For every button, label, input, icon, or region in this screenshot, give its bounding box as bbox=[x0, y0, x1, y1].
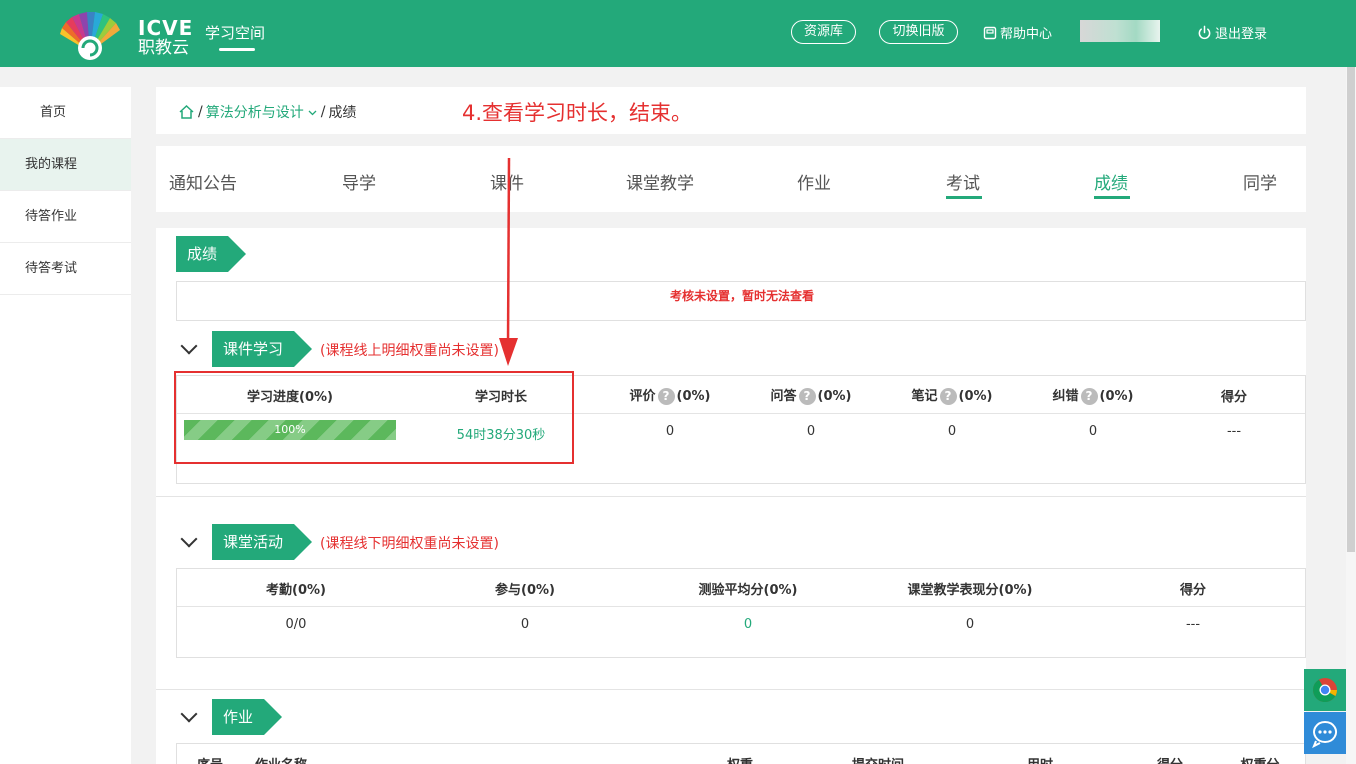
header-qa: 问答? (0%) bbox=[751, 385, 871, 405]
header-performance: 课堂教学表现分(0%) bbox=[907, 583, 1033, 598]
logout-label: 退出登录 bbox=[1215, 27, 1268, 42]
header-eval-pct: (0%) bbox=[676, 389, 711, 404]
table-divider bbox=[177, 606, 1305, 607]
switch-old-version-button[interactable]: 切换旧版 bbox=[879, 20, 958, 44]
chat-button[interactable] bbox=[1304, 712, 1346, 754]
power-icon bbox=[1198, 25, 1211, 40]
tab-grades-underline bbox=[1094, 196, 1130, 199]
help-center-link[interactable]: 帮助中心 bbox=[983, 23, 1052, 42]
brand-name: ICVE 职教云 bbox=[138, 18, 193, 57]
help-question-icon[interactable]: ? bbox=[657, 388, 675, 405]
classroom-score-value: --- bbox=[1185, 617, 1201, 632]
home-icon[interactable] bbox=[178, 104, 195, 120]
tab-exam-underline bbox=[946, 196, 982, 199]
header-eval-label: 评价 bbox=[629, 389, 656, 404]
brand-zhijiaoyun: 职教云 bbox=[138, 38, 189, 58]
resource-library-button[interactable]: 资源库 bbox=[791, 20, 856, 44]
chat-bubble-icon bbox=[1312, 721, 1338, 749]
nav-learning-space[interactable]: 学习空间 bbox=[205, 22, 265, 43]
eval-value: 0 bbox=[665, 424, 675, 439]
header-attendance: 考勤(0%) bbox=[266, 583, 326, 598]
header-quiz-average: 测验平均分(0%) bbox=[698, 583, 798, 598]
header-index: 序号 bbox=[190, 754, 230, 764]
sidebar: 首页 我的课程 待答作业 待答考试 bbox=[0, 87, 131, 764]
courseware-ribbon: 课件学习 bbox=[212, 331, 312, 367]
classroom-ribbon: 课堂活动 bbox=[212, 524, 312, 560]
header-participation: 参与(0%) bbox=[495, 583, 555, 598]
header-submit-time: 提交时间 bbox=[838, 754, 918, 764]
chrome-download-button[interactable] bbox=[1304, 669, 1346, 711]
scrollbar-thumb[interactable] bbox=[1347, 67, 1355, 552]
top-bar: ICVE 职教云 学习空间 资源库 切换旧版 帮助中心 退出登录 bbox=[0, 0, 1356, 67]
grade-notice: 考核未设置，暂时无法查看 bbox=[669, 289, 814, 303]
header-weight: 权重 bbox=[720, 754, 760, 764]
sidebar-item-pending-homework[interactable]: 待答作业 bbox=[0, 191, 131, 243]
tab-homework[interactable]: 作业 bbox=[797, 169, 831, 194]
breadcrumb-sep: / bbox=[198, 104, 203, 120]
attendance-value: 0/0 bbox=[285, 617, 307, 632]
grade-notice-box: 考核未设置，暂时无法查看 bbox=[176, 281, 1306, 321]
participation-value: 0 bbox=[520, 617, 530, 632]
nav-active-underline bbox=[219, 48, 255, 51]
help-question-icon[interactable]: ? bbox=[939, 388, 957, 405]
header-eval: 评价? (0%) bbox=[610, 385, 730, 405]
tab-grades[interactable]: 成绩 bbox=[1094, 169, 1128, 194]
annotation-arrow-icon bbox=[499, 158, 518, 366]
header-notes-label: 笔记 bbox=[911, 389, 938, 404]
header-notes: 笔记? (0%) bbox=[892, 385, 1012, 405]
classroom-weight-note: (课程线下明细权重尚未设置) bbox=[320, 536, 499, 552]
homework-ribbon: 作业 bbox=[212, 699, 282, 735]
header-hw-score: 得分 bbox=[1150, 754, 1190, 764]
help-question-icon[interactable]: ? bbox=[1080, 388, 1098, 405]
courseware-weight-note: (课程线上明细权重尚未设置) bbox=[320, 343, 499, 359]
header-score: 得分 bbox=[1220, 390, 1247, 405]
section-divider bbox=[156, 689, 1306, 690]
breadcrumb-course[interactable]: 算法分析与设计 bbox=[206, 102, 304, 122]
header-homework-name: 作业名称 bbox=[246, 754, 316, 764]
notes-value: 0 bbox=[947, 424, 957, 439]
tab-classroom-teaching[interactable]: 课堂教学 bbox=[626, 169, 694, 194]
tab-exam[interactable]: 考试 bbox=[946, 169, 980, 194]
sidebar-item-my-courses[interactable]: 我的课程 bbox=[0, 139, 131, 191]
logout-link[interactable]: 退出登录 bbox=[1197, 23, 1267, 42]
error-value: 0 bbox=[1088, 424, 1098, 439]
icve-logo-icon bbox=[60, 12, 120, 60]
performance-value: 0 bbox=[965, 617, 975, 632]
header-error-pct: (0%) bbox=[1099, 389, 1134, 404]
section-divider bbox=[156, 496, 1306, 497]
breadcrumb-card: / 算法分析与设计 / 成绩 bbox=[156, 87, 1306, 134]
header-time-used: 用时 bbox=[1020, 754, 1060, 764]
tab-guide[interactable]: 导学 bbox=[342, 169, 376, 194]
breadcrumb: / 算法分析与设计 / 成绩 bbox=[178, 102, 356, 122]
help-book-icon bbox=[983, 26, 997, 39]
chevron-down-icon[interactable] bbox=[307, 107, 318, 118]
header-notes-pct: (0%) bbox=[958, 389, 993, 404]
sidebar-item-pending-exams[interactable]: 待答考试 bbox=[0, 243, 131, 295]
brand-icve: ICVE bbox=[138, 16, 194, 40]
header-error: 纠错? (0%) bbox=[1033, 385, 1153, 405]
breadcrumb-current: 成绩 bbox=[328, 105, 357, 121]
tutorial-annotation: 4.查看学习时长，结束。 bbox=[462, 101, 693, 125]
chrome-icon bbox=[1313, 678, 1337, 703]
breadcrumb-sep-2: / bbox=[320, 104, 326, 120]
highlight-box bbox=[174, 371, 574, 464]
header-classroom-score: 得分 bbox=[1179, 583, 1206, 598]
grade-ribbon: 成绩 bbox=[176, 236, 246, 272]
header-qa-pct: (0%) bbox=[817, 389, 852, 404]
qa-value: 0 bbox=[806, 424, 816, 439]
header-weighted-score: 权重分 bbox=[1232, 754, 1288, 764]
user-name-blurred[interactable] bbox=[1080, 20, 1160, 42]
tab-notice[interactable]: 通知公告 bbox=[169, 169, 237, 194]
tab-classmates[interactable]: 同学 bbox=[1243, 169, 1277, 194]
header-qa-label: 问答 bbox=[770, 389, 797, 404]
score-value: --- bbox=[1226, 424, 1242, 439]
help-question-icon[interactable]: ? bbox=[798, 388, 816, 405]
header-error-label: 纠错 bbox=[1052, 389, 1079, 404]
help-center-label: 帮助中心 bbox=[1000, 27, 1053, 42]
course-tabs: 通知公告 导学 课件 课堂教学 作业 考试 成绩 同学 bbox=[156, 146, 1306, 212]
quiz-average-value[interactable]: 0 bbox=[708, 617, 788, 632]
sidebar-item-home[interactable]: 首页 bbox=[0, 87, 131, 139]
